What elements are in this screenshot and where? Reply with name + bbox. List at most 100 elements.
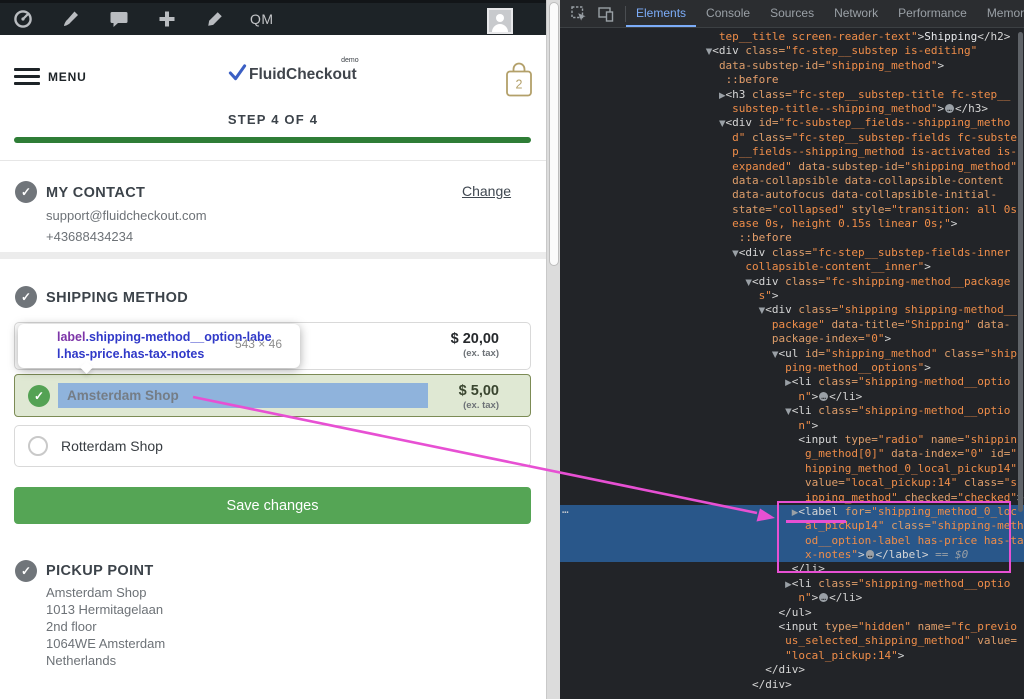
- elements-tree[interactable]: tep__title screen-reader-text">Shipping<…: [560, 28, 1024, 699]
- page-scrollbar-thumb[interactable]: [548, 2, 559, 266]
- selected-row-ellipsis: …: [562, 503, 569, 516]
- option-2-label: Amsterdam Shop: [67, 388, 179, 403]
- code-line[interactable]: collapsible-content__inner">: [560, 260, 1024, 274]
- pickup-line: Netherlands: [46, 653, 117, 668]
- inspect-element-icon[interactable]: [571, 5, 587, 22]
- code-line[interactable]: ▼<ul id="shipping_method" class="ship: [560, 347, 1024, 361]
- code-line[interactable]: n">… </li>: [560, 591, 1024, 605]
- tab-console[interactable]: Console: [696, 0, 760, 27]
- code-line[interactable]: ▼<li class="shipping-method__optio: [560, 404, 1024, 418]
- code-line[interactable]: value="local_pickup:14" class="sh: [560, 476, 1024, 490]
- tab-sources[interactable]: Sources: [760, 0, 824, 27]
- logo-text: FluidCheckout demo: [249, 57, 359, 83]
- code-line[interactable]: ▼<div class="shipping shipping-method__: [560, 303, 1024, 317]
- code-line[interactable]: </ul>: [560, 606, 1024, 620]
- code-line[interactable]: data-autofocus data-collapsible-initial-: [560, 188, 1024, 202]
- code-line[interactable]: data-collapsible data-collapsible-conten…: [560, 174, 1024, 188]
- shipping-option-3[interactable]: Rotterdam Shop: [14, 425, 531, 467]
- pickup-address: Amsterdam Shop 1013 Hermitagelaan 2nd fl…: [46, 584, 165, 669]
- logo-demo-badge: demo: [341, 57, 359, 64]
- tab-performance[interactable]: Performance: [888, 0, 977, 27]
- code-line[interactable]: p__fields--shipping_method is-activated …: [560, 145, 1024, 159]
- shipping-check-icon: ✓: [15, 286, 37, 308]
- code-line[interactable]: <input type="radio" name="shippin: [560, 433, 1024, 447]
- new-plus-icon[interactable]: [156, 8, 178, 30]
- code-line[interactable]: state="collapsed" style="transition: all…: [560, 203, 1024, 217]
- code-line[interactable]: ping-method__options">: [560, 361, 1024, 375]
- tab-network[interactable]: Network: [824, 0, 888, 27]
- logo-check-icon: [228, 63, 247, 87]
- code-line[interactable]: ▼<div id="fc-substep__fields--shipping_m…: [560, 116, 1024, 130]
- annotation-underline: [786, 520, 846, 523]
- option-2-price: $ 5,00: [458, 383, 499, 399]
- site-header: MENU FluidCheckout demo 2: [0, 38, 546, 106]
- hamburger-icon: [14, 68, 40, 85]
- code-line[interactable]: ease 0s, height 0.15s linear 0s;">: [560, 217, 1024, 231]
- pickup-section-title: PICKUP POINT: [46, 563, 154, 579]
- menu-button[interactable]: MENU: [14, 68, 87, 85]
- fluidcheckout-logo[interactable]: FluidCheckout demo: [228, 57, 359, 87]
- code-line[interactable]: package" data-title="Shipping" data-: [560, 318, 1024, 332]
- avatar[interactable]: [487, 8, 513, 34]
- selected-radio-check-icon[interactable]: ✓: [28, 385, 50, 407]
- code-line[interactable]: expanded" data-substep-id="shipping_meth…: [560, 160, 1024, 174]
- progress-bar: [14, 137, 531, 143]
- code-line[interactable]: substep-title--shipping_method">… </h3>: [560, 102, 1024, 116]
- code-line[interactable]: ▶<li class="shipping-method__optio: [560, 577, 1024, 591]
- code-line[interactable]: us_selected_shipping_method" value=: [560, 634, 1024, 648]
- option-1-tax-note: (ex. tax): [463, 348, 499, 359]
- shipping-section-title: SHIPPING METHOD: [46, 290, 189, 306]
- code-line[interactable]: </div>: [560, 678, 1024, 692]
- option-2-tax-note: (ex. tax): [463, 400, 499, 411]
- contact-section-title: MY CONTACT: [46, 185, 146, 201]
- pickup-line: 1013 Hermitagelaan: [46, 602, 164, 617]
- save-changes-button[interactable]: Save changes: [14, 487, 531, 524]
- dashboard-gauge-icon[interactable]: [12, 8, 34, 30]
- customize-brush-icon[interactable]: [60, 8, 82, 30]
- radio-unchecked[interactable]: [28, 436, 48, 456]
- change-contact-link[interactable]: Change: [462, 183, 511, 199]
- tab-memory[interactable]: Memory: [977, 0, 1024, 27]
- annotation-box: [777, 501, 1011, 573]
- shipping-option-selected[interactable]: ✓ Amsterdam Shop $ 5,00 (ex. tax): [14, 374, 531, 417]
- option-2-price-block: $ 5,00 (ex. tax): [459, 383, 499, 411]
- code-line[interactable]: ▼<div class="fc-shipping-method__package: [560, 275, 1024, 289]
- page-scrollbar[interactable]: [546, 0, 560, 699]
- tooltip-tail: [80, 361, 93, 374]
- code-line[interactable]: data-substep-id="shipping_method">: [560, 59, 1024, 73]
- code-line[interactable]: ▼<div class="fc-step__substep-fields-inn…: [560, 246, 1024, 260]
- tab-elements[interactable]: Elements: [626, 0, 697, 27]
- wp-admin-bar: QM: [0, 0, 546, 35]
- pickup-check-icon: ✓: [15, 560, 37, 582]
- screen: QM MENU FluidCheckout demo 2 STEP 4 OF 4…: [0, 0, 1024, 699]
- code-line[interactable]: ▶<li class="shipping-method__optio: [560, 375, 1024, 389]
- code-line[interactable]: ::before: [560, 231, 1024, 245]
- code-line[interactable]: ▼<div class="fc-step__substep is-editing…: [560, 44, 1024, 58]
- code-line[interactable]: n">: [560, 419, 1024, 433]
- code-line[interactable]: s">: [560, 289, 1024, 303]
- code-line[interactable]: n">… </li>: [560, 390, 1024, 404]
- option-1-price: $ 20,00: [450, 331, 499, 347]
- query-monitor-menu[interactable]: QM: [250, 11, 274, 27]
- inspect-tooltip-dimensions: 543 × 46: [234, 337, 282, 351]
- divider: [0, 160, 546, 161]
- menu-label: MENU: [48, 69, 87, 84]
- code-line[interactable]: hipping_method_0_local_pickup14": [560, 462, 1024, 476]
- comments-icon[interactable]: [108, 8, 130, 30]
- device-toolbar-icon[interactable]: [598, 6, 614, 22]
- code-line[interactable]: "local_pickup:14">: [560, 649, 1024, 663]
- code-line[interactable]: g_method[0]" data-index="0" id="s: [560, 447, 1024, 461]
- code-line[interactable]: package-index="0">: [560, 332, 1024, 346]
- section-divider: [0, 252, 546, 259]
- code-line[interactable]: d" class="fc-step__substep-fields fc-sub…: [560, 131, 1024, 145]
- edit-pencil-icon[interactable]: [204, 8, 226, 30]
- code-line[interactable]: ::before: [560, 73, 1024, 87]
- code-line[interactable]: tep__title screen-reader-text">Shipping<…: [560, 30, 1024, 44]
- cart-button[interactable]: 2: [505, 62, 533, 98]
- code-line[interactable]: ▶<h3 class="fc-step__substep-title fc-st…: [560, 88, 1024, 102]
- code-line[interactable]: <input type="hidden" name="fc_previo: [560, 620, 1024, 634]
- code-line[interactable]: </div>: [560, 663, 1024, 677]
- inspect-tooltip: label.shipping-method__option-labe l.has…: [18, 324, 300, 374]
- devtools-scrollbar-thumb[interactable]: [1018, 32, 1023, 512]
- contact-check-icon: ✓: [15, 181, 37, 203]
